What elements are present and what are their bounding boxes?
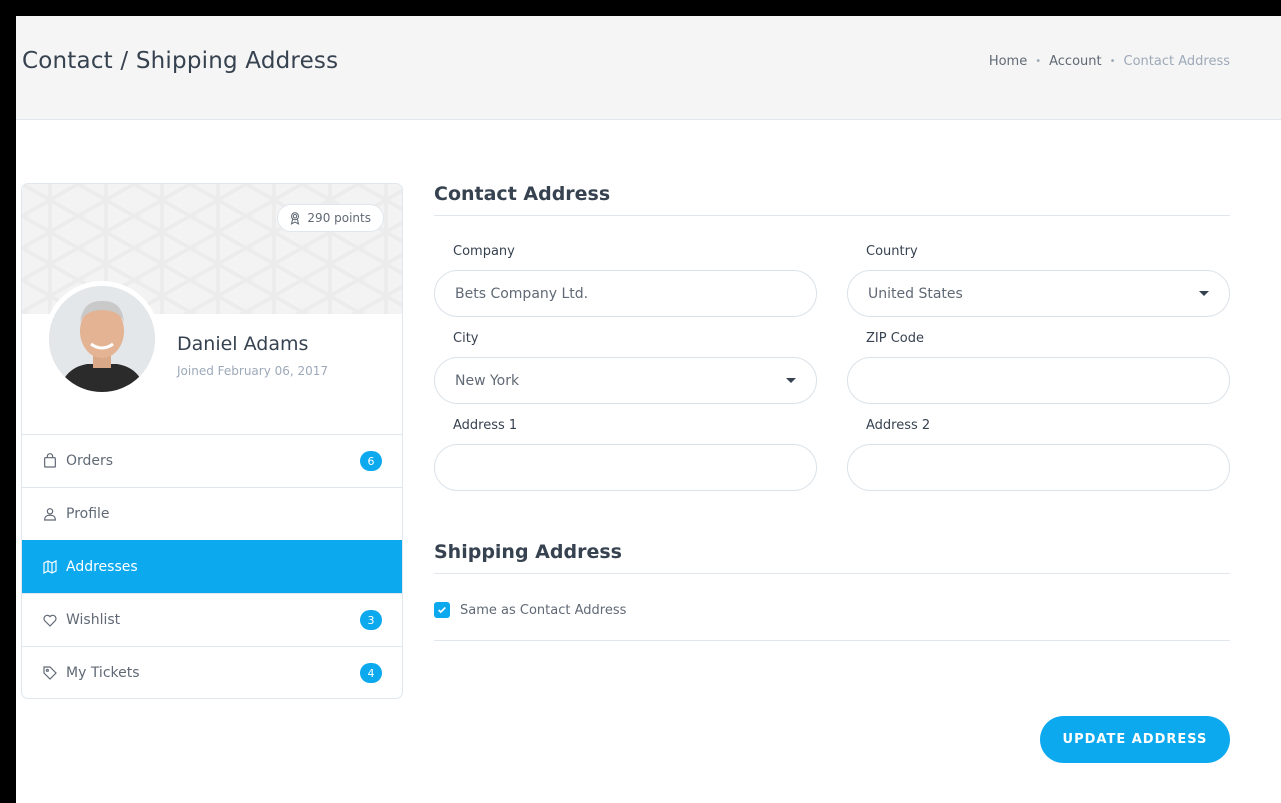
- nav-item-label: Wishlist: [66, 612, 121, 628]
- nav-item-label: My Tickets: [66, 665, 140, 681]
- country-label: Country: [866, 244, 918, 259]
- country-select[interactable]: United States: [847, 270, 1230, 317]
- wishlist-count-badge: 3: [360, 610, 382, 630]
- user-photo-icon: [49, 286, 155, 392]
- nav-item-wishlist[interactable]: Wishlist 3: [22, 593, 402, 646]
- user-joined-date: Joined February 06, 2017: [177, 364, 329, 378]
- points-badge: 290 points: [277, 204, 384, 232]
- company-field: Company: [434, 244, 817, 317]
- award-icon: [291, 212, 300, 225]
- nav-item-label: Addresses: [66, 559, 138, 575]
- same-as-contact-row[interactable]: Same as Contact Address: [434, 602, 1230, 641]
- update-address-button[interactable]: UPDATE ADDRESS: [1040, 716, 1230, 763]
- city-selected-value: New York: [455, 372, 520, 389]
- breadcrumb-separator-icon: •: [1109, 56, 1116, 67]
- tag-icon: [43, 666, 57, 680]
- chevron-down-icon: [786, 378, 796, 383]
- map-icon: [43, 560, 57, 574]
- bag-icon: [44, 453, 56, 468]
- address1-field: Address 1: [434, 418, 817, 491]
- breadcrumb-account[interactable]: Account: [1049, 54, 1102, 69]
- city-label: City: [453, 331, 479, 346]
- same-as-contact-checkbox[interactable]: [434, 602, 450, 618]
- address2-label: Address 2: [866, 418, 931, 433]
- heart-icon: [43, 614, 57, 627]
- chevron-down-icon: [1199, 291, 1209, 296]
- page-frame: Contact / Shipping Address Home • Accoun…: [16, 16, 1281, 803]
- account-nav: Orders 6 Profile Addresses Wishlist 3 My…: [22, 434, 402, 698]
- same-as-contact-label: Same as Contact Address: [460, 602, 627, 618]
- country-selected-value: United States: [868, 285, 963, 302]
- contact-address-heading: Contact Address: [434, 183, 1230, 216]
- address-form: Contact Address Company Country United S…: [434, 183, 1230, 763]
- tickets-count-badge: 4: [360, 663, 382, 683]
- user-name: Daniel Adams: [177, 333, 309, 355]
- nav-item-label: Profile: [66, 506, 110, 522]
- breadcrumb: Home • Account • Contact Address: [989, 54, 1230, 69]
- zip-field: ZIP Code: [847, 331, 1230, 404]
- points-text: 290 points: [307, 211, 371, 225]
- page-header: Contact / Shipping Address Home • Accoun…: [16, 16, 1281, 120]
- orders-count-badge: 6: [360, 451, 382, 471]
- city-field: City New York: [434, 331, 817, 404]
- breadcrumb-separator-icon: •: [1035, 56, 1042, 67]
- shipping-address-heading: Shipping Address: [434, 541, 1230, 574]
- address2-field: Address 2: [847, 418, 1230, 491]
- check-icon: [438, 606, 446, 614]
- nav-item-profile[interactable]: Profile: [22, 487, 402, 540]
- avatar: [44, 281, 160, 397]
- company-label: Company: [453, 244, 515, 259]
- zip-label: ZIP Code: [866, 331, 924, 346]
- company-input[interactable]: [434, 270, 817, 317]
- nav-item-tickets[interactable]: My Tickets 4: [22, 646, 402, 698]
- contact-form-grid: Company Country United States City New Y…: [434, 244, 1230, 505]
- nav-item-label: Orders: [66, 453, 114, 469]
- address1-label: Address 1: [453, 418, 518, 433]
- address1-input[interactable]: [434, 444, 817, 491]
- nav-item-orders[interactable]: Orders 6: [22, 434, 402, 487]
- user-icon: [44, 508, 56, 521]
- zip-input[interactable]: [847, 357, 1230, 404]
- page-title: Contact / Shipping Address: [22, 48, 339, 74]
- country-field: Country United States: [847, 244, 1230, 317]
- nav-item-addresses[interactable]: Addresses: [22, 540, 402, 593]
- account-sidebar: 290 points Daniel Adams Joined February …: [21, 183, 403, 699]
- breadcrumb-current: Contact Address: [1123, 54, 1230, 69]
- address2-input[interactable]: [847, 444, 1230, 491]
- breadcrumb-home[interactable]: Home: [989, 54, 1027, 69]
- city-select[interactable]: New York: [434, 357, 817, 404]
